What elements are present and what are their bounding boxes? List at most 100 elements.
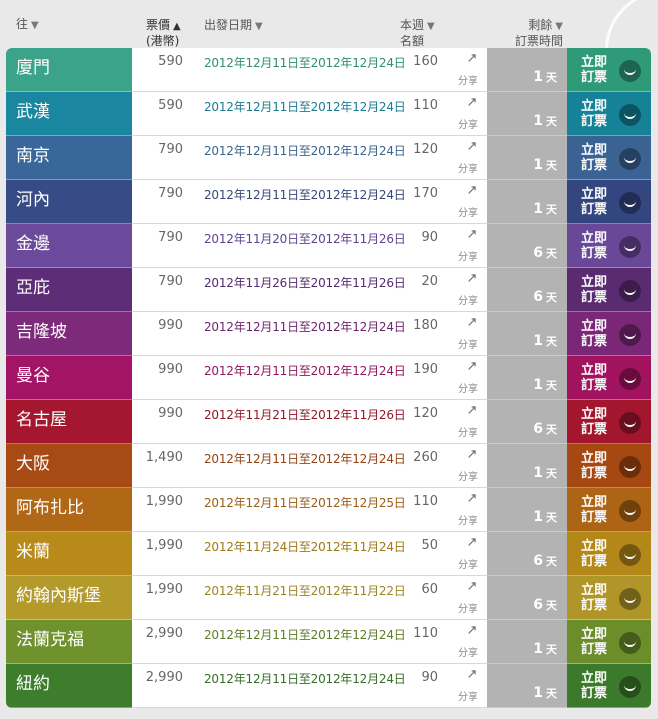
remaining-time-cell: 1天	[487, 356, 567, 400]
sort-by-date[interactable]: 出發日期 ▼	[204, 18, 263, 34]
book-now-button[interactable]: 立即訂票	[567, 312, 651, 356]
book-now-button[interactable]: 立即訂票	[567, 356, 651, 400]
fare-details: 790 2012年12月11日至2012年12月24日 170 ↗ 分享	[132, 180, 487, 224]
price-value: 790	[158, 186, 183, 201]
remaining-days: 1	[533, 685, 543, 701]
share-button[interactable]: ↗ 分享	[452, 624, 484, 660]
share-button[interactable]: ↗ 分享	[452, 228, 484, 264]
book-now-button[interactable]: 立即訂票	[567, 664, 651, 708]
price-value: 1,990	[145, 538, 183, 553]
sort-by-price[interactable]: 票價 ▲ (港幣)	[146, 18, 181, 48]
fare-details: 1,990 2012年12月11日至2012年12月25日 110 ↗ 分享	[132, 488, 487, 532]
sort-by-destination[interactable]: 往 ▼	[16, 17, 39, 33]
book-now-button[interactable]: 立即訂票	[567, 444, 651, 488]
sort-down-icon: ▼	[255, 21, 263, 32]
book-now-label: 立即訂票	[581, 627, 608, 657]
remaining-days: 6	[533, 421, 543, 437]
share-button[interactable]: ↗ 分享	[452, 184, 484, 220]
share-label: 分享	[458, 516, 478, 527]
weekly-quota: 190	[413, 362, 438, 377]
share-button[interactable]: ↗ 分享	[452, 140, 484, 176]
weekly-quota: 60	[421, 582, 438, 597]
weekly-quota: 120	[413, 142, 438, 157]
book-now-button[interactable]: 立即訂票	[567, 48, 651, 92]
price-value: 790	[158, 274, 183, 289]
table-row: 大阪 1,490 2012年12月11日至2012年12月24日 260 ↗ 分享 1 天立即…	[6, 444, 651, 488]
book-now-button[interactable]: 立即訂票	[567, 92, 651, 136]
share-arrow-icon: ↗	[466, 359, 478, 374]
remaining-days: 1	[533, 509, 543, 525]
price-header-label: 票價	[146, 18, 171, 32]
book-now-button[interactable]: 立即訂票	[567, 488, 651, 532]
smile-icon	[619, 192, 641, 214]
remaining-time-cell: 1天	[487, 312, 567, 356]
book-now-button[interactable]: 立即訂票	[567, 180, 651, 224]
smile-icon	[619, 412, 641, 434]
remaining-time-cell: 1天	[487, 444, 567, 488]
weekly-quota: 260	[413, 450, 438, 465]
fare-details: 790 2012年12月11日至2012年12月24日 120 ↗ 分享	[132, 136, 487, 180]
remaining-time-cell: 1天	[487, 48, 567, 92]
share-arrow-icon: ↗	[466, 139, 478, 154]
book-now-button[interactable]: 立即訂票	[567, 268, 651, 312]
weekly-quota: 160	[413, 54, 438, 69]
remaining-days: 1	[533, 157, 543, 173]
book-now-button[interactable]: 立即訂票	[567, 224, 651, 268]
smile-icon	[619, 104, 641, 126]
share-button[interactable]: ↗ 分享	[452, 360, 484, 396]
share-arrow-icon: ↗	[466, 535, 478, 550]
book-now-label: 立即訂票	[581, 275, 608, 305]
remaining-time-cell: 1天	[487, 620, 567, 664]
share-button[interactable]: ↗ 分享	[452, 316, 484, 352]
share-button[interactable]: ↗ 分享	[452, 668, 484, 704]
share-label: 分享	[458, 296, 478, 307]
share-button[interactable]: ↗ 分享	[452, 492, 484, 528]
share-label: 分享	[458, 208, 478, 219]
weekly-quota: 20	[421, 274, 438, 289]
sort-by-remaining-time[interactable]: 剩餘 ▼ 訂票時間	[497, 18, 563, 48]
remaining-days: 6	[533, 553, 543, 569]
price-value: 990	[158, 406, 183, 421]
share-label: 分享	[458, 164, 478, 175]
book-now-button[interactable]: 立即訂票	[567, 400, 651, 444]
share-button[interactable]: ↗ 分享	[452, 448, 484, 484]
smile-icon	[619, 60, 641, 82]
price-value: 790	[158, 230, 183, 245]
departure-date-range: 2012年12月11日至2012年12月24日	[204, 628, 406, 642]
book-now-button[interactable]: 立即訂票	[567, 620, 651, 664]
fare-details: 1,990 2012年11月24日至2012年11月24日 50 ↗ 分享	[132, 532, 487, 576]
departure-date-range: 2012年12月11日至2012年12月24日	[204, 320, 406, 334]
share-button[interactable]: ↗ 分享	[452, 52, 484, 88]
days-unit: 天	[546, 115, 557, 128]
destination-cell: 南京	[6, 136, 132, 180]
days-unit: 天	[546, 423, 557, 436]
days-unit: 天	[546, 291, 557, 304]
share-arrow-icon: ↗	[466, 227, 478, 242]
share-button[interactable]: ↗ 分享	[452, 96, 484, 132]
book-now-button[interactable]: 立即訂票	[567, 576, 651, 620]
remaining-time-cell: 6天	[487, 268, 567, 312]
sort-up-icon: ▲	[173, 21, 181, 32]
remaining-time-cell: 6天	[487, 576, 567, 620]
departure-date-range: 2012年11月26日至2012年11月26日	[204, 276, 406, 290]
departure-date-range: 2012年11月24日至2012年11月24日	[204, 540, 406, 554]
share-button[interactable]: ↗ 分享	[452, 272, 484, 308]
table-header: 往 ▼ 票價 ▲ (港幣) 出發日期 ▼ 本週 ▼ 名額 剩餘 ▼ 訂票時間	[0, 0, 658, 48]
remaining-days: 6	[533, 289, 543, 305]
sort-down-icon: ▼	[555, 21, 563, 32]
departure-date-range: 2012年12月11日至2012年12月24日	[204, 672, 406, 686]
share-button[interactable]: ↗ 分享	[452, 404, 484, 440]
weekly-quota: 90	[421, 670, 438, 685]
quota-header-label-2: 名額	[400, 34, 425, 48]
share-button[interactable]: ↗ 分享	[452, 580, 484, 616]
book-now-button[interactable]: 立即訂票	[567, 532, 651, 576]
sort-by-quota[interactable]: 本週 ▼ 名額	[400, 18, 435, 48]
share-button[interactable]: ↗ 分享	[452, 536, 484, 572]
departure-date-range: 2012年11月21日至2012年11月26日	[204, 408, 406, 422]
days-unit: 天	[546, 511, 557, 524]
remaining-days: 1	[533, 333, 543, 349]
table-row: 吉隆坡 990 2012年12月11日至2012年12月24日 180 ↗ 分享 1 天立即訂…	[6, 312, 651, 356]
destination-cell: 亞庇	[6, 268, 132, 312]
book-now-button[interactable]: 立即訂票	[567, 136, 651, 180]
destination-cell: 法蘭克福	[6, 620, 132, 664]
